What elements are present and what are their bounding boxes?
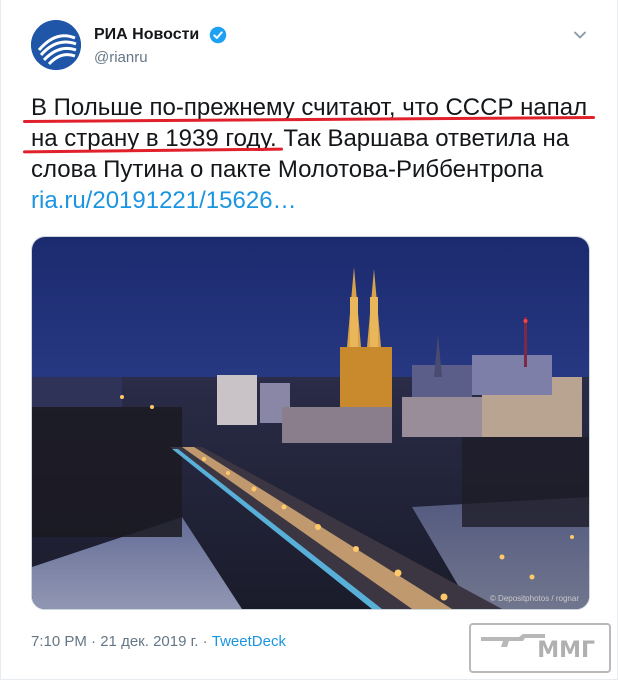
tweet-text: В Польше по-прежнему считают, что СССР н… bbox=[31, 92, 601, 216]
chevron-down-icon[interactable] bbox=[573, 28, 587, 42]
handle[interactable]: @rianru bbox=[94, 48, 227, 68]
tweet-date[interactable]: 21 дек. 2019 г. bbox=[100, 633, 198, 650]
tweet-photo[interactable]: © Depositphotos / rognar bbox=[31, 236, 590, 610]
author-names[interactable]: РИА Новости @rianru bbox=[94, 24, 227, 68]
ria-logo-icon bbox=[31, 20, 81, 70]
tweet-header: РИА Новости @rianru bbox=[31, 20, 601, 76]
warsaw-night-photo bbox=[32, 237, 589, 609]
separator: · bbox=[202, 633, 208, 650]
separator: · bbox=[91, 633, 97, 650]
tweet-link[interactable]: ria.ru/20191221/15626… bbox=[31, 185, 601, 216]
tweet-time[interactable]: 7:10 PM bbox=[31, 633, 87, 650]
tweet-card: РИА Новости @rianru В Польше по-прежнему… bbox=[0, 0, 618, 680]
display-name[interactable]: РИА Новости bbox=[94, 24, 199, 46]
photo-credit: © Depositphotos / rognar bbox=[489, 594, 579, 603]
avatar[interactable] bbox=[31, 20, 81, 70]
verified-badge-icon bbox=[209, 26, 226, 44]
tweet-source-link[interactable]: TweetDeck bbox=[212, 633, 286, 650]
tweet-footer: 7:10 PM · 21 дек. 2019 г. · TweetDeck bbox=[31, 632, 286, 652]
watermark-badge: ММГ bbox=[469, 623, 611, 673]
watermark-text: ММГ bbox=[537, 638, 595, 663]
tweet-line: слова Путина о пакте Молотова-Риббентроп… bbox=[31, 156, 544, 183]
